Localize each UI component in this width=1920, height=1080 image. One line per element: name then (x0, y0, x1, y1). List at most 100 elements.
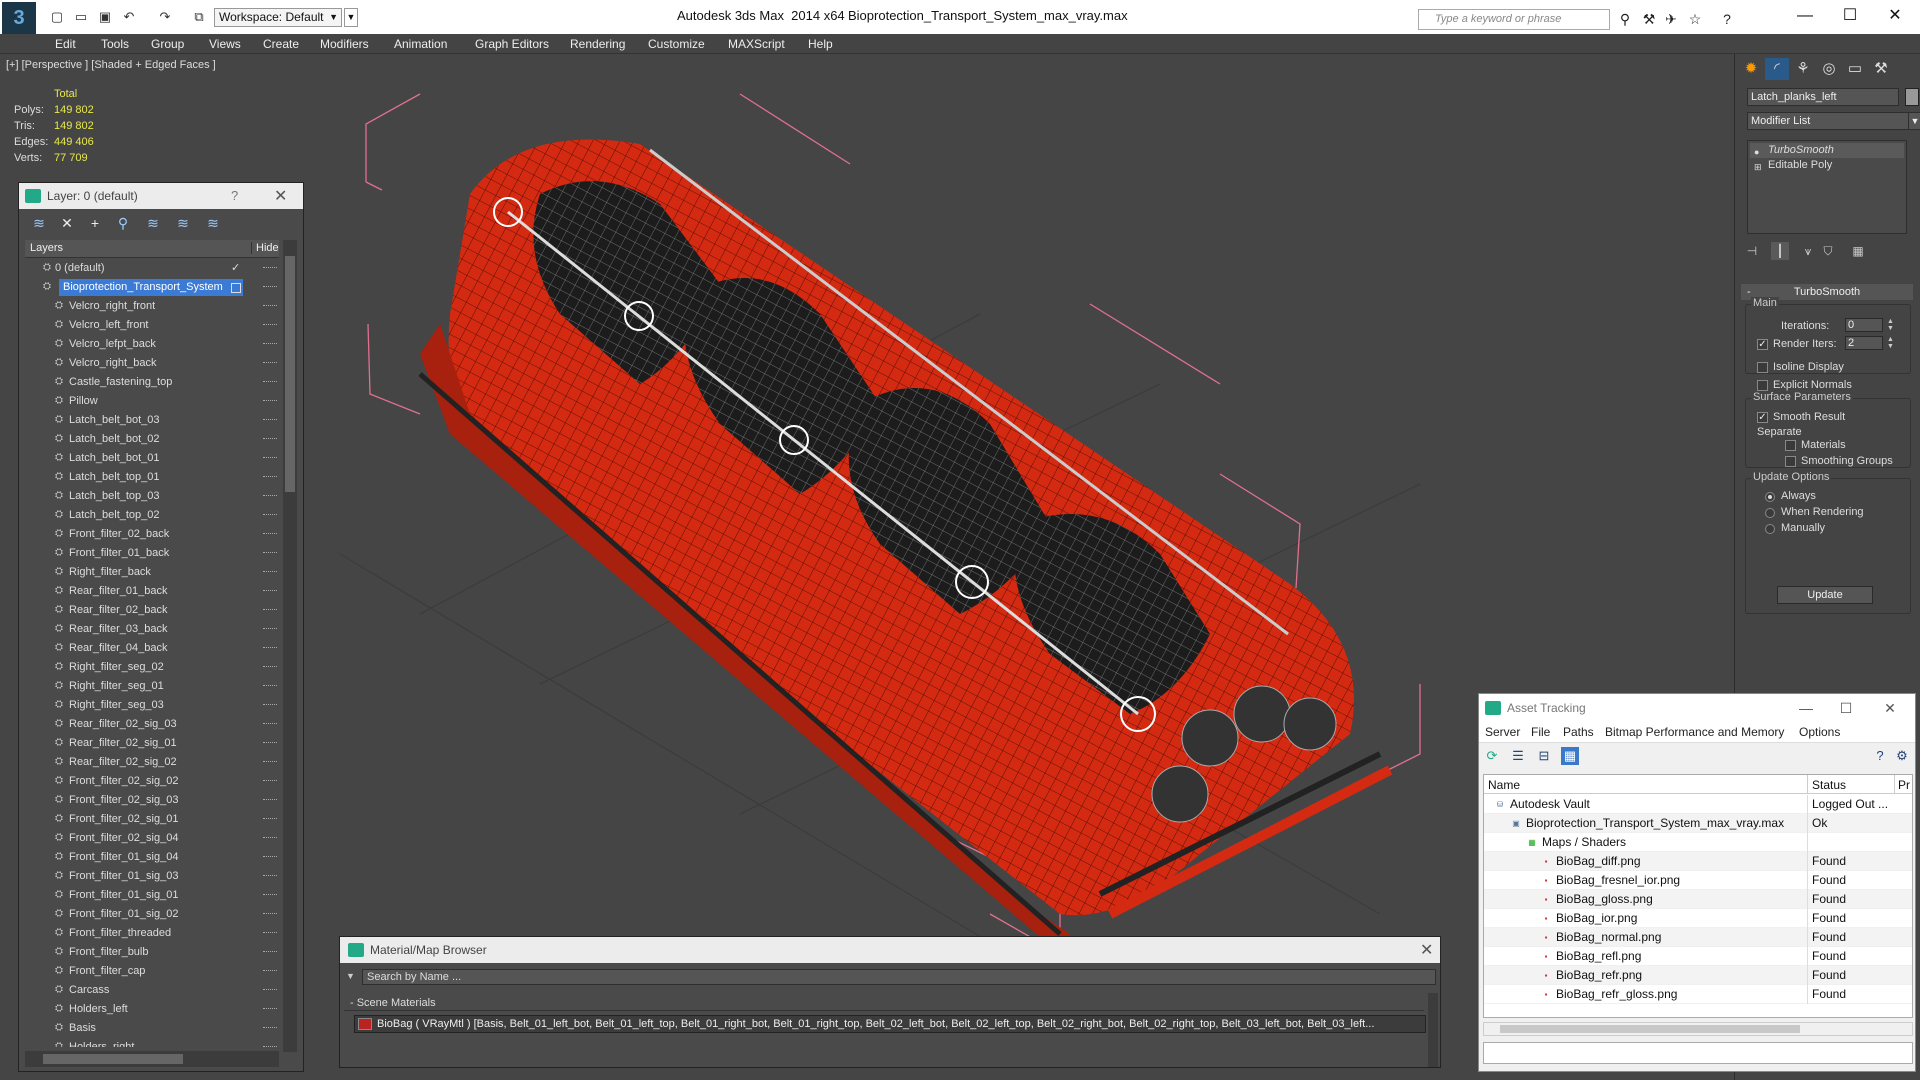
project-folder-icon[interactable]: ⧉ (190, 9, 208, 25)
help-icon[interactable]: ? (1871, 747, 1889, 765)
hide-toggle[interactable] (263, 457, 277, 460)
create-layer-icon[interactable]: ≋ (29, 214, 49, 232)
layer-panel-titlebar[interactable]: Layer: 0 (default) ? ✕ (19, 183, 303, 209)
layer-object-item[interactable]: ⛭ Velcro_left_front (25, 316, 279, 335)
current-layer-check-icon[interactable]: ✓ (231, 261, 240, 274)
object-name-field[interactable]: Latch_planks_left (1747, 88, 1899, 106)
layer-object-item[interactable]: ⛭ Latch_belt_bot_03 (25, 411, 279, 430)
layer-object-item[interactable]: ⛭ Front_filter_01_sig_04 (25, 848, 279, 867)
layer-object-item[interactable]: ⛭ Front_filter_02_sig_02 (25, 772, 279, 791)
layer-object-item[interactable]: ⛭ Rear_filter_03_back (25, 620, 279, 639)
always-radio[interactable] (1765, 492, 1775, 502)
hide-toggle[interactable] (263, 533, 277, 536)
save-icon[interactable]: ▣ (96, 9, 114, 25)
menu-create[interactable]: Create (263, 37, 299, 51)
asset-menu-options[interactable]: Options (1799, 725, 1840, 739)
freeze-all-icon[interactable]: ≋ (203, 214, 223, 232)
col-layers[interactable]: Layers (30, 242, 63, 254)
hide-toggle[interactable] (263, 742, 277, 745)
make-unique-icon[interactable]: ⩛ (1799, 242, 1817, 260)
col-proxy[interactable]: Pr (1898, 778, 1910, 792)
layer-horizontal-scrollbar[interactable] (25, 1051, 279, 1067)
maximize-icon[interactable]: ☐ (1830, 4, 1870, 28)
scene-materials-group[interactable]: - Scene Materials (344, 995, 1424, 1011)
scroll-thumb[interactable] (43, 1054, 183, 1064)
layer-item-default[interactable]: ⛭ 0 (default) ✓ (25, 259, 279, 278)
hide-toggle[interactable] (263, 305, 277, 308)
add-to-layer-icon[interactable]: + (85, 214, 105, 232)
display-tab-icon[interactable]: ▭ (1843, 58, 1867, 80)
hide-toggle[interactable] (263, 419, 277, 422)
layer-object-item[interactable]: ⛭ Holders_left (25, 1000, 279, 1019)
smoothing-groups-checkbox[interactable] (1785, 456, 1796, 467)
layer-object-item[interactable]: ⛭ Rear_filter_02_sig_01 (25, 734, 279, 753)
material-scrollbar[interactable] (1428, 993, 1438, 1067)
layer-object-item[interactable]: ⛭ Carcass (25, 981, 279, 1000)
minimize-icon[interactable]: — (1785, 4, 1825, 28)
show-end-result-icon[interactable]: ┃ (1771, 242, 1789, 260)
hide-toggle[interactable] (263, 856, 277, 859)
menu-rendering[interactable]: Rendering (570, 37, 625, 51)
layer-object-item[interactable]: ⛭ Front_filter_threaded (25, 924, 279, 943)
layer-object-item[interactable]: ⛭ Castle_fastening_top (25, 373, 279, 392)
hide-toggle[interactable] (263, 647, 277, 650)
col-status[interactable]: Status (1812, 778, 1846, 792)
asset-row[interactable]: ▪ BioBag_refl.png Found (1484, 947, 1912, 966)
material-search-input[interactable]: Search by Name ... (362, 969, 1436, 985)
help-icon[interactable]: ? (1718, 11, 1736, 27)
hide-toggle[interactable] (263, 552, 277, 555)
layer-object-item[interactable]: ⛭ Front_filter_cap (25, 962, 279, 981)
pin-stack-icon[interactable]: ⊣ (1743, 242, 1761, 260)
tree-view-icon[interactable]: ⊟ (1535, 747, 1553, 765)
layer-object-item[interactable]: ⛭ Latch_belt_bot_02 (25, 430, 279, 449)
hide-toggle[interactable] (263, 267, 277, 270)
hide-toggle[interactable] (263, 913, 277, 916)
modifier-list-dropdown[interactable]: Modifier List ▼ (1747, 112, 1920, 130)
layer-object-item[interactable]: ⛭ Velcro_right_front (25, 297, 279, 316)
table-view-icon[interactable]: ▦ (1561, 747, 1579, 765)
subscription-icon[interactable]: ⚒ (1640, 11, 1658, 27)
asset-row[interactable]: ▪ BioBag_ior.png Found (1484, 909, 1912, 928)
layer-object-item[interactable]: ⛭ Front_filter_01_sig_03 (25, 867, 279, 886)
asset-row[interactable]: ⛁ Autodesk Vault Logged Out ... (1484, 795, 1912, 814)
stack-item-turbosmooth[interactable]: ● TurboSmooth (1750, 143, 1904, 158)
layer-object-item[interactable]: ⛭ Latch_belt_top_01 (25, 468, 279, 487)
asset-row[interactable]: ▪ BioBag_refr.png Found (1484, 966, 1912, 985)
smooth-result-checkbox[interactable]: ✓ (1757, 412, 1768, 423)
col-hide[interactable]: Hide (251, 242, 279, 254)
layer-object-item[interactable]: ⛭ Front_filter_01_sig_02 (25, 905, 279, 924)
hide-toggle[interactable] (263, 495, 277, 498)
search-options-icon[interactable]: ▼ (346, 971, 355, 981)
hide-toggle[interactable] (263, 932, 277, 935)
menu-customize[interactable]: Customize (648, 37, 705, 51)
options-icon[interactable]: ⚙ (1893, 747, 1911, 765)
modify-tab-icon[interactable]: ◜ (1765, 58, 1789, 80)
asset-horizontal-scrollbar[interactable] (1483, 1022, 1913, 1036)
render-iters-checkbox[interactable]: ✓ (1757, 339, 1768, 350)
asset-row[interactable]: ▪ BioBag_fresnel_ior.png Found (1484, 871, 1912, 890)
hide-toggle[interactable] (263, 666, 277, 669)
layer-object-item[interactable]: ⛭ Rear_filter_02_back (25, 601, 279, 620)
hide-toggle[interactable] (263, 1046, 277, 1047)
highlight-layer-icon[interactable]: ≋ (143, 214, 163, 232)
open-file-icon[interactable]: ▭ (72, 9, 90, 25)
asset-menu-bitmap[interactable]: Bitmap Performance and Memory (1605, 725, 1784, 739)
asset-row[interactable]: ▪ BioBag_normal.png Found (1484, 928, 1912, 947)
favorites-star-icon[interactable]: ☆ (1686, 11, 1704, 27)
hide-toggle[interactable] (263, 723, 277, 726)
maximize-icon[interactable]: ☐ (1831, 698, 1861, 718)
layer-object-item[interactable]: ⛭ Front_filter_bulb (25, 943, 279, 962)
layer-object-item[interactable]: ⛭ Right_filter_back (25, 563, 279, 582)
hide-toggle[interactable] (263, 818, 277, 821)
layer-object-item[interactable]: ⛭ Rear_filter_02_sig_03 (25, 715, 279, 734)
hide-toggle[interactable] (263, 989, 277, 992)
asset-row[interactable]: ▪ BioBag_gloss.png Found (1484, 890, 1912, 909)
layer-object-item[interactable]: ⛭ Front_filter_02_sig_01 (25, 810, 279, 829)
layer-object-item[interactable]: ⛭ Front_filter_02_back (25, 525, 279, 544)
isoline-checkbox[interactable] (1757, 362, 1768, 373)
hide-toggle[interactable] (263, 875, 277, 878)
hide-toggle[interactable] (263, 970, 277, 973)
when-rendering-radio[interactable] (1765, 508, 1775, 518)
menu-help[interactable]: Help (808, 37, 833, 51)
render-iters-spinner[interactable]: 2 (1845, 336, 1883, 350)
